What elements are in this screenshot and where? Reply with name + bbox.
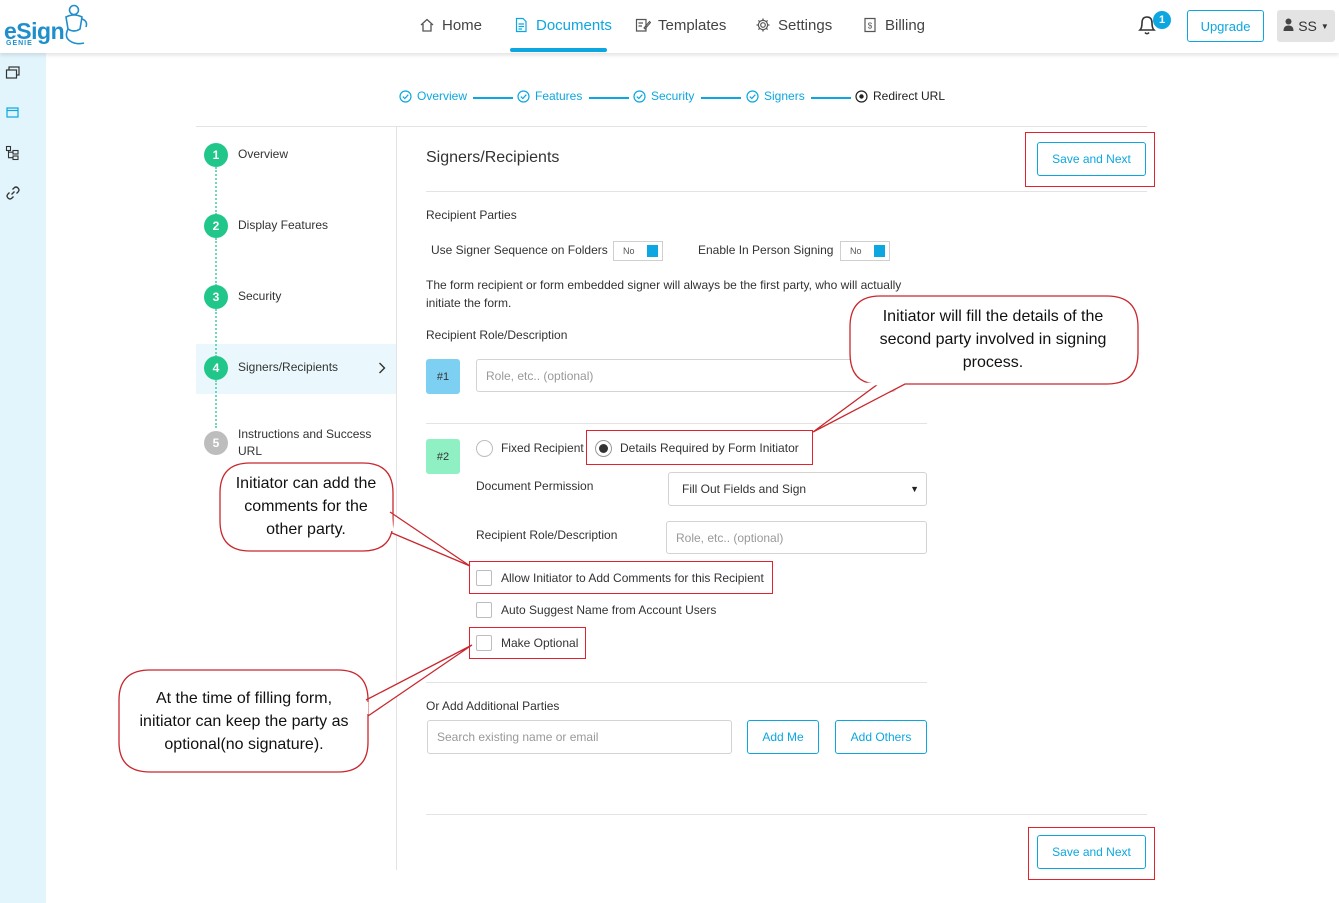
upgrade-button[interactable]: Upgrade (1187, 10, 1264, 42)
user-initials: SS (1298, 18, 1317, 34)
genie-mascot-icon (65, 4, 88, 45)
top-navbar: eSign GENIE Home Documents Templates Set… (0, 0, 1339, 53)
home-icon (419, 17, 435, 33)
nav-home[interactable]: Home (419, 14, 482, 36)
nav-templates[interactable]: Templates (635, 14, 726, 36)
template-edit-icon (635, 17, 651, 33)
nav-documents-label: Documents (536, 16, 612, 34)
callout-initiator-fill-text: Initiator will fill the details of the s… (879, 308, 1107, 371)
svg-text:$: $ (868, 22, 873, 31)
callout-optional-text: At the time of filling form, initiator c… (139, 690, 349, 753)
nav-billing[interactable]: $ Billing (862, 14, 925, 36)
nav-home-label: Home (442, 16, 483, 34)
esign-genie-logo[interactable]: eSign GENIE (4, 4, 94, 48)
user-icon (1283, 18, 1294, 34)
user-menu-button[interactable]: SS ▼ (1277, 10, 1335, 42)
gear-icon (755, 17, 771, 33)
nav-settings[interactable]: Settings (755, 14, 832, 36)
callout-initiator-comments-text: Initiator can add the comments for the o… (235, 475, 377, 538)
callout-overlay (118, 295, 1139, 773)
notification-count-badge: 1 (1153, 11, 1171, 29)
invoice-icon: $ (862, 17, 878, 33)
nav-billing-label: Billing (885, 16, 926, 34)
nav-active-indicator (510, 48, 607, 52)
document-icon (513, 17, 529, 33)
logo-subtext: GENIE (6, 40, 33, 47)
nav-documents[interactable]: Documents (513, 14, 612, 36)
caret-down-icon: ▼ (1320, 21, 1329, 31)
nav-settings-label: Settings (778, 16, 833, 34)
nav-templates-label: Templates (658, 16, 727, 34)
